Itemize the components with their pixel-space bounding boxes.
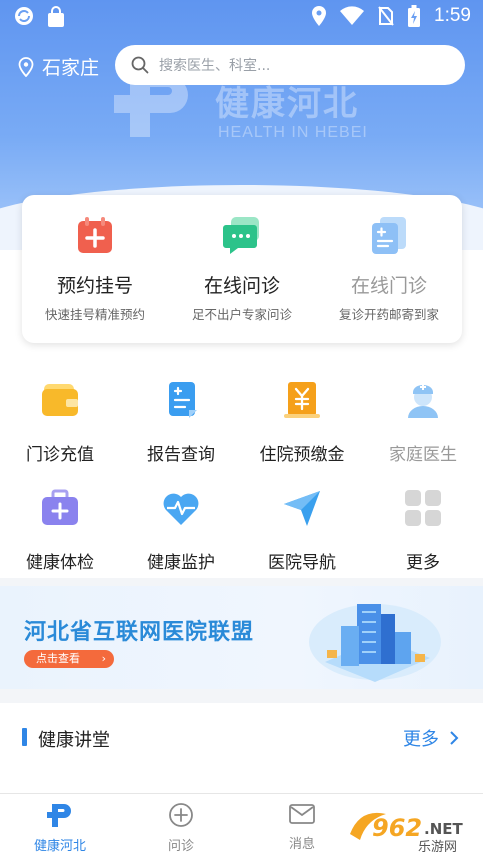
yuan-icon (284, 382, 320, 418)
tab-messages[interactable]: 消息 (252, 802, 352, 852)
online-clinic-subtitle: 复诊开药邮寄到家 (338, 307, 439, 322)
report-query-label: 报告查询 (147, 445, 215, 465)
section-accent-bar (22, 728, 27, 746)
more-grid-icon (405, 490, 441, 526)
city-label: 石家庄 (42, 57, 100, 79)
location-status-icon (312, 6, 327, 26)
hospital-buildings-illustration (309, 604, 441, 682)
sync-icon (15, 7, 33, 25)
watermark-subtitle: HEALTH IN HEBEI (218, 124, 368, 141)
search-icon (131, 56, 149, 74)
health-lecture-section: 健康讲堂 更多 (0, 703, 483, 773)
online-clinic-title: 在线门诊 (350, 275, 427, 297)
banner-title: 河北省互联网医院联盟 (24, 620, 255, 645)
tab-messages-label: 消息 (288, 837, 315, 852)
hospital-navigation-label: 医院导航 (268, 553, 336, 573)
appointment-title: 预约挂号 (56, 275, 133, 297)
online-clinic-button[interactable]: 在线门诊 复诊开药邮寄到家 (316, 215, 462, 323)
more-services-button[interactable]: 更多 (363, 488, 483, 573)
tab-consult-label: 问诊 (167, 839, 194, 854)
tab-home[interactable]: 健康河北 (10, 802, 110, 854)
section-more-link[interactable]: 更多 (403, 725, 459, 751)
tab-home-label: 健康河北 (33, 839, 86, 854)
online-consult-button[interactable]: 在线问诊 足不出户专家问诊 (169, 215, 315, 323)
chevron-right-icon: › (101, 652, 106, 665)
appointment-subtitle: 快速挂号精准预约 (44, 307, 145, 322)
hospital-deposit-button[interactable]: 住院预缴金 (242, 380, 362, 465)
appointment-button[interactable]: 预约挂号 快速挂号精准预约 (22, 215, 168, 323)
family-doctor-label: 家庭医生 (389, 445, 457, 465)
more-services-label: 更多 (406, 553, 440, 573)
site-watermark-logo: 962 .NET 乐游网 (350, 812, 463, 854)
divider (0, 689, 483, 703)
clinic-recharge-button[interactable]: 门诊充值 (0, 380, 120, 465)
health-checkup-button[interactable]: 健康体检 (0, 488, 120, 573)
search-input[interactable]: 搜索医生、科室... (115, 45, 465, 85)
heart-pulse-icon (163, 493, 199, 525)
doctor-icon (408, 384, 438, 418)
health-monitor-label: 健康监护 (147, 553, 215, 573)
search-placeholder: 搜索医生、科室... (159, 58, 271, 74)
calendar-plus-icon (78, 217, 112, 253)
online-consult-title: 在线问诊 (203, 275, 280, 297)
hospital-navigation-button[interactable]: 医院导航 (242, 488, 362, 573)
navigation-icon (284, 491, 320, 526)
plus-circle-icon (169, 803, 193, 827)
svg-text:.NET: .NET (424, 820, 463, 838)
chat-bubble-icon (223, 217, 259, 254)
section-title: 健康讲堂 (38, 730, 110, 751)
wifi-icon (340, 6, 365, 26)
health-monitor-button[interactable]: 健康监护 (121, 488, 241, 573)
report-query-button[interactable]: 报告查询 (121, 380, 241, 465)
clinic-recharge-label: 门诊充值 (26, 445, 94, 465)
status-time: 1:59 (434, 5, 471, 26)
divider (0, 578, 483, 586)
medical-kit-icon (42, 489, 78, 525)
location-pin-icon (18, 56, 34, 77)
banner-view-button[interactable]: 点击查看 › (24, 650, 114, 668)
tab-consult[interactable]: 问诊 (131, 802, 231, 854)
battery-charging-icon (408, 5, 421, 27)
section-more-label: 更多 (403, 729, 439, 750)
svg-text:乐游网: 乐游网 (418, 840, 457, 854)
banner-view-label: 点击查看 (36, 652, 80, 665)
main-services-card: 预约挂号 快速挂号精准预约 在线问诊 足不出户专家问诊 在线门诊 复诊开药邮寄到… (22, 195, 462, 343)
home-logo-icon (47, 804, 71, 827)
report-icon (169, 382, 197, 418)
no-sim-icon (378, 6, 394, 26)
online-consult-subtitle: 足不出户专家问诊 (191, 307, 292, 322)
family-doctor-button[interactable]: 家庭医生 (363, 380, 483, 465)
wallet-icon (42, 384, 78, 416)
chevron-right-icon (450, 731, 459, 745)
health-checkup-label: 健康体检 (26, 553, 94, 573)
status-bar: 1:59 (0, 0, 483, 34)
document-icon (372, 217, 406, 254)
mail-icon (289, 804, 315, 824)
hospital-alliance-banner[interactable]: 河北省互联网医院联盟 点击查看 › (0, 586, 483, 689)
svg-text:962: 962 (372, 814, 422, 842)
location-selector[interactable]: 石家庄 (18, 53, 99, 80)
hospital-deposit-label: 住院预缴金 (259, 445, 345, 465)
shopping-bag-icon (48, 6, 64, 27)
